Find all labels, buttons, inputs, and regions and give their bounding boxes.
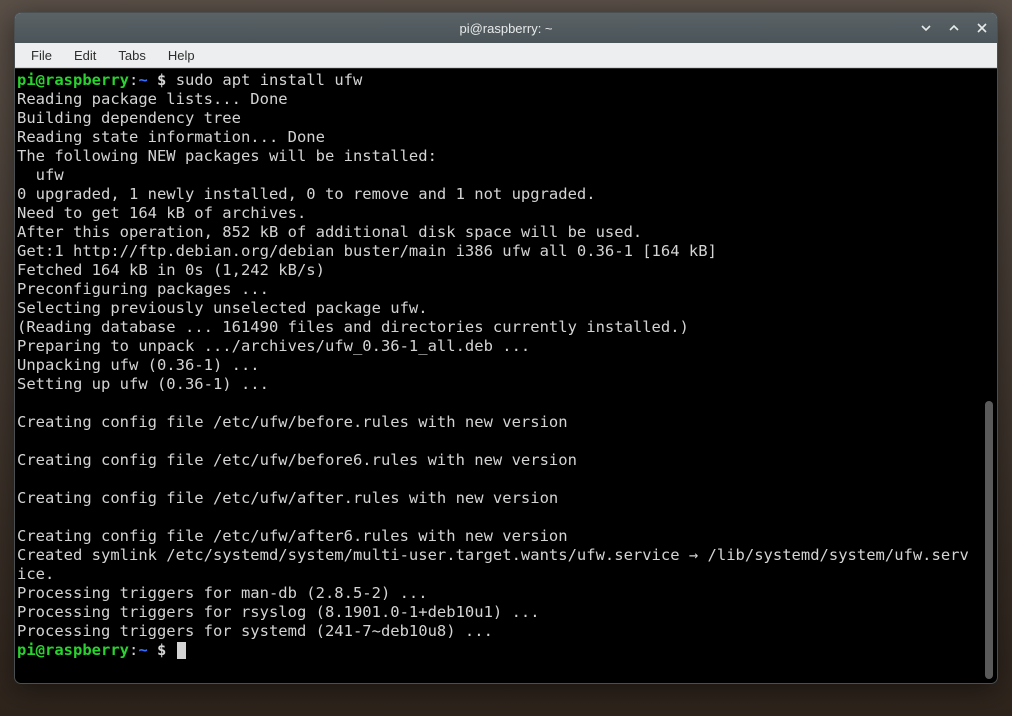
terminal-line: Created symlink /etc/systemd/system/mult… bbox=[17, 546, 995, 565]
prompt-path: ~ bbox=[138, 641, 147, 659]
terminal-line: The following NEW packages will be insta… bbox=[17, 147, 995, 166]
maximize-button[interactable] bbox=[945, 19, 963, 37]
terminal-line: Preparing to unpack .../archives/ufw_0.3… bbox=[17, 337, 995, 356]
terminal-line: (Reading database ... 161490 files and d… bbox=[17, 318, 995, 337]
terminal-line: 0 upgraded, 1 newly installed, 0 to remo… bbox=[17, 185, 995, 204]
terminal-line bbox=[17, 432, 995, 451]
terminal-line: pi@raspberry:~ $ sudo apt install ufw bbox=[17, 71, 995, 90]
terminal-line: Setting up ufw (0.36-1) ... bbox=[17, 375, 995, 394]
terminal-line: Building dependency tree bbox=[17, 109, 995, 128]
minimize-button[interactable] bbox=[917, 19, 935, 37]
menu-edit[interactable]: Edit bbox=[64, 46, 106, 65]
terminal-line bbox=[17, 394, 995, 413]
menu-tabs[interactable]: Tabs bbox=[108, 46, 155, 65]
terminal-line: Processing triggers for rsyslog (8.1901.… bbox=[17, 603, 995, 622]
terminal-line: Need to get 164 kB of archives. bbox=[17, 204, 995, 223]
prompt-dollar: $ bbox=[148, 71, 176, 89]
terminal-line: Get:1 http://ftp.debian.org/debian buste… bbox=[17, 242, 995, 261]
terminal-line: ice. bbox=[17, 565, 995, 584]
prompt-at: @ bbox=[36, 641, 45, 659]
terminal-line: Fetched 164 kB in 0s (1,242 kB/s) bbox=[17, 261, 995, 280]
titlebar[interactable]: pi@raspberry: ~ bbox=[15, 13, 997, 43]
terminal-line bbox=[17, 508, 995, 527]
terminal-line: Creating config file /etc/ufw/after.rule… bbox=[17, 489, 995, 508]
prompt-host: raspberry bbox=[45, 641, 129, 659]
cursor bbox=[177, 642, 186, 659]
prompt-user: pi bbox=[17, 641, 36, 659]
terminal-window: pi@raspberry: ~ File Edit Tabs Help pi@r… bbox=[14, 12, 998, 684]
prompt-path: ~ bbox=[138, 71, 147, 89]
terminal-line: ufw bbox=[17, 166, 995, 185]
terminal-line: Creating config file /etc/ufw/after6.rul… bbox=[17, 527, 995, 546]
terminal-line: pi@raspberry:~ $ bbox=[17, 641, 995, 660]
terminal-line: Reading package lists... Done bbox=[17, 90, 995, 109]
terminal-line: Reading state information... Done bbox=[17, 128, 995, 147]
terminal-line: Preconfiguring packages ... bbox=[17, 280, 995, 299]
terminal-line: Selecting previously unselected package … bbox=[17, 299, 995, 318]
window-title: pi@raspberry: ~ bbox=[15, 21, 997, 36]
terminal[interactable]: pi@raspberry:~ $ sudo apt install ufwRea… bbox=[15, 69, 997, 683]
prompt-user: pi bbox=[17, 71, 36, 89]
terminal-line: Unpacking ufw (0.36-1) ... bbox=[17, 356, 995, 375]
terminal-area: pi@raspberry:~ $ sudo apt install ufwRea… bbox=[15, 68, 997, 683]
scrollbar[interactable] bbox=[985, 71, 995, 681]
terminal-line: Processing triggers for man-db (2.8.5-2)… bbox=[17, 584, 995, 603]
close-button[interactable] bbox=[973, 19, 991, 37]
menubar: File Edit Tabs Help bbox=[15, 43, 997, 68]
prompt-dollar: $ bbox=[148, 641, 176, 659]
prompt-colon: : bbox=[129, 641, 138, 659]
terminal-line: After this operation, 852 kB of addition… bbox=[17, 223, 995, 242]
prompt-colon: : bbox=[129, 71, 138, 89]
prompt-host: raspberry bbox=[45, 71, 129, 89]
command-text: sudo apt install ufw bbox=[176, 71, 363, 89]
window-controls bbox=[917, 13, 991, 43]
terminal-line: Processing triggers for systemd (241-7~d… bbox=[17, 622, 995, 641]
scrollbar-thumb[interactable] bbox=[985, 401, 993, 679]
terminal-line bbox=[17, 470, 995, 489]
terminal-line: Creating config file /etc/ufw/before.rul… bbox=[17, 413, 995, 432]
menu-help[interactable]: Help bbox=[158, 46, 205, 65]
menu-file[interactable]: File bbox=[21, 46, 62, 65]
prompt-at: @ bbox=[36, 71, 45, 89]
terminal-line: Creating config file /etc/ufw/before6.ru… bbox=[17, 451, 995, 470]
